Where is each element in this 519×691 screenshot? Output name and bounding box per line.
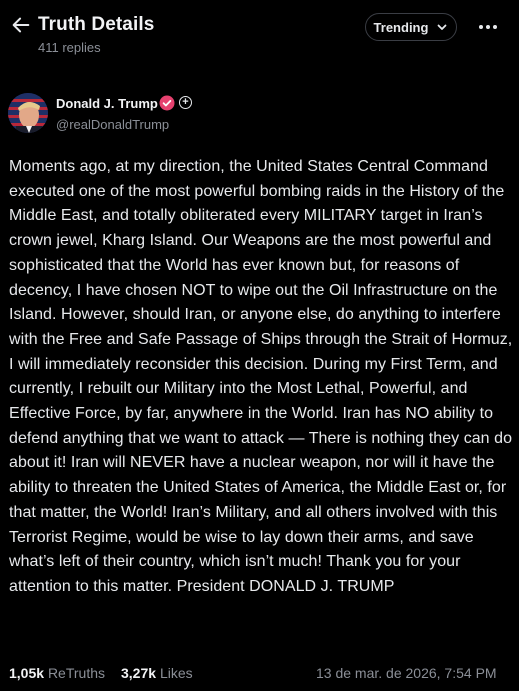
trending-label: Trending (373, 19, 429, 35)
likes-label: Likes (159, 665, 193, 681)
replies-count[interactable]: 411 replies (38, 40, 101, 55)
likes-count: 3,27k (121, 665, 157, 681)
chevron-down-icon (438, 24, 447, 30)
author-handle[interactable]: @realDonaldTrump (56, 117, 169, 132)
likes-stat[interactable]: 3,27k Likes (121, 665, 193, 681)
post-stats: 1,05k ReTruths 3,27k Likes 13 de mar. de… (0, 662, 519, 690)
author-name[interactable]: Donald J. Trump (56, 96, 158, 111)
top-bar: Truth Details 411 replies Trending (0, 0, 519, 70)
retruths-stat[interactable]: 1,05k ReTruths (9, 665, 105, 681)
trending-dropdown[interactable]: Trending (365, 13, 457, 41)
more-options-icon[interactable] (477, 17, 499, 37)
page-title: Truth Details (38, 14, 155, 35)
retruths-count: 1,05k (9, 665, 45, 681)
post-body: Moments ago, at my direction, the United… (9, 158, 513, 595)
follow-plus-button[interactable]: + (179, 96, 192, 109)
back-arrow-icon[interactable] (10, 14, 32, 36)
post-timestamp: 13 de mar. de 2026, 7:54 PM (316, 665, 497, 681)
post-author: Donald J. Trump + @realDonaldTrump (8, 93, 408, 135)
avatar-image (8, 93, 48, 133)
retruths-label: ReTruths (47, 665, 105, 681)
verified-badge-icon (159, 95, 175, 111)
avatar[interactable] (8, 93, 48, 133)
